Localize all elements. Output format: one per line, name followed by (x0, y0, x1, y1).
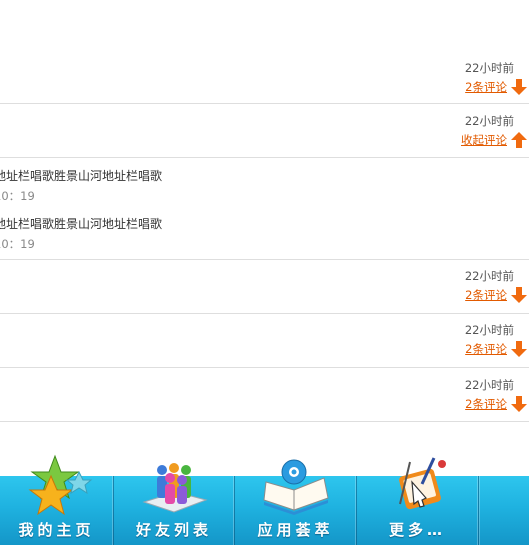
nav-more[interactable]: 更多… (357, 457, 479, 545)
palette-icon (398, 457, 446, 510)
toggle-label: 2条评论 (465, 288, 507, 302)
show-comments-link[interactable]: 2条评论 (465, 395, 528, 413)
arrow-down-icon (511, 396, 527, 412)
timestamp: 22小时前 (464, 269, 514, 283)
comment-time: 10：19 (0, 237, 35, 251)
timestamp: 22小时前 (464, 323, 514, 337)
stars-icon (28, 454, 92, 516)
toggle-label: 2条评论 (465, 80, 507, 94)
nav-label: 好友列表 (135, 521, 212, 539)
show-comments-link[interactable]: 2条评论 (465, 78, 528, 96)
nav-friends-list[interactable]: 好友列表 (114, 463, 235, 545)
feed-item: 22小时前 2条评论 (0, 368, 529, 422)
comment-text: 地址栏唱歌胜景山河地址栏唱歌 (0, 169, 163, 183)
toggle-label: 2条评论 (465, 397, 507, 411)
feed-item: 22小时前 2条评论 (0, 0, 529, 104)
collapse-comments-link[interactable]: 收起评论 (461, 131, 528, 149)
nav-label: 我的主页 (18, 521, 95, 539)
feed-item: 22小时前 2条评论 (0, 260, 529, 314)
nav-my-home[interactable]: 我的主页 (0, 454, 114, 545)
timestamp: 22小时前 (464, 114, 514, 128)
feed-item: 22小时前 2条评论 (0, 314, 529, 368)
comment-text: 地址栏唱歌胜景山河地址栏唱歌 (0, 217, 163, 231)
feed-item: 22小时前 收起评论 (0, 104, 529, 158)
people-icon (142, 463, 208, 513)
bottom-nav: 我的主页 好友列表 应用荟萃 更多… (0, 454, 529, 545)
toggle-label: 收起评论 (461, 133, 507, 147)
arrow-down-icon (511, 287, 527, 303)
toggle-label: 2条评论 (465, 342, 507, 356)
arrow-up-icon (511, 132, 527, 148)
show-comments-link[interactable]: 2条评论 (465, 286, 528, 304)
arrow-down-icon (511, 341, 527, 357)
comment-time: 10：19 (0, 189, 35, 203)
nav-label: 更多… (388, 521, 446, 539)
timestamp: 22小时前 (464, 61, 514, 75)
book-icon (262, 459, 329, 515)
show-comments-link[interactable]: 2条评论 (465, 340, 528, 358)
nav-label: 应用荟萃 (257, 521, 334, 539)
timestamp: 22小时前 (464, 378, 514, 392)
nav-app-gallery[interactable]: 应用荟萃 (235, 459, 357, 545)
arrow-down-icon (511, 79, 527, 95)
comments-block: 地址栏唱歌胜景山河地址栏唱歌 10：19 地址栏唱歌胜景山河地址栏唱歌 10：1… (0, 158, 529, 260)
